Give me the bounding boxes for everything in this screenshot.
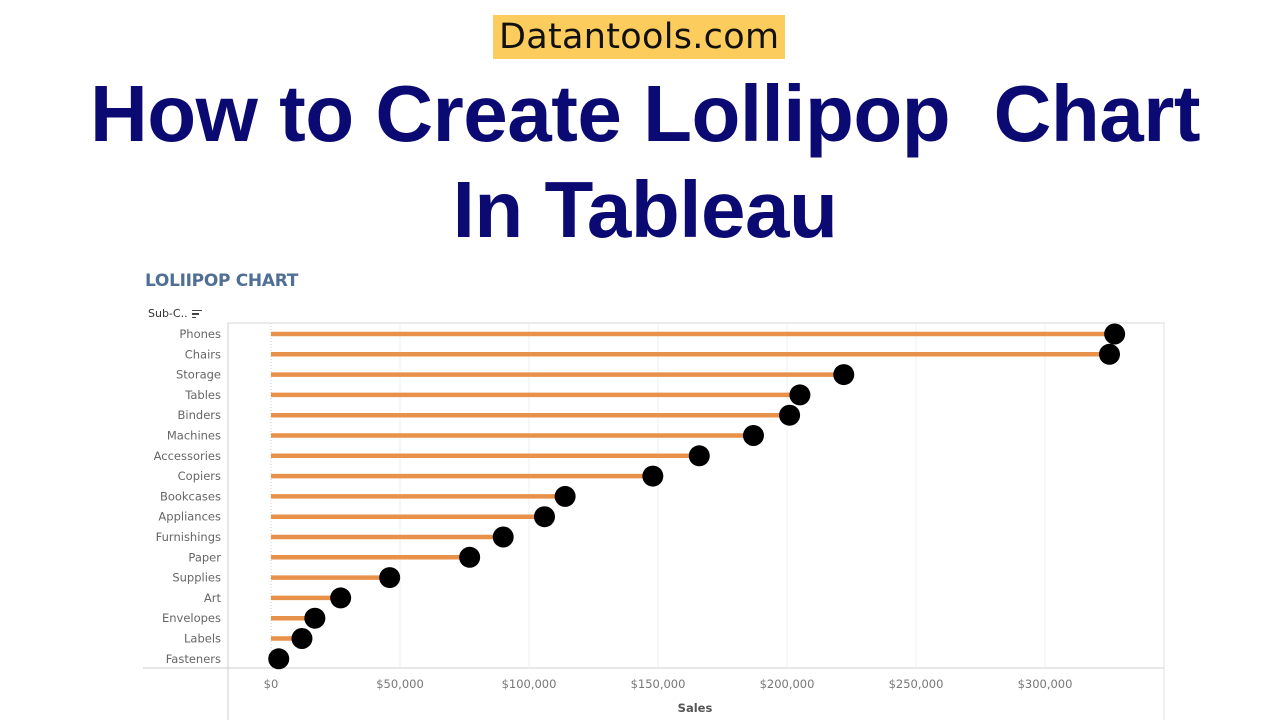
category-label: Phones bbox=[179, 327, 221, 341]
category-label: Chairs bbox=[185, 347, 221, 361]
lollipop-dot bbox=[789, 384, 811, 406]
lollipop-dot bbox=[492, 526, 514, 548]
lollipop-dot bbox=[291, 628, 313, 649]
category-label: Storage bbox=[176, 368, 221, 382]
lollipop-dot bbox=[533, 506, 555, 528]
category-label: Tables bbox=[184, 388, 221, 402]
lollipop-dot bbox=[459, 546, 481, 568]
category-label: Copiers bbox=[178, 469, 221, 483]
x-tick-label: $200,000 bbox=[760, 677, 815, 691]
category-label: Furnishings bbox=[156, 530, 221, 544]
lollipop-dot bbox=[1104, 323, 1126, 345]
lollipop-dot bbox=[742, 425, 764, 446]
x-tick-label: $300,000 bbox=[1018, 677, 1073, 691]
category-label: Fasteners bbox=[166, 652, 221, 666]
lollipop-dot bbox=[554, 485, 576, 507]
lollipop-dot bbox=[642, 465, 664, 487]
lollipop-dot bbox=[1099, 343, 1120, 365]
lollipop-dot bbox=[779, 404, 801, 426]
x-tick-label: $50,000 bbox=[376, 677, 424, 691]
category-label: Binders bbox=[178, 408, 221, 422]
lollipop-dot bbox=[268, 648, 290, 670]
x-tick-label: $250,000 bbox=[889, 677, 944, 691]
lollipop-dot bbox=[379, 567, 401, 589]
lollipop-dot bbox=[330, 587, 352, 609]
category-label: Supplies bbox=[172, 571, 221, 585]
category-label: Accessories bbox=[154, 449, 221, 463]
lollipop-dot bbox=[304, 607, 326, 629]
category-label: Bookcases bbox=[160, 489, 221, 503]
x-tick-label: $150,000 bbox=[631, 677, 686, 691]
lollipop-chart: Phones Chairs Storage Tables Binders Machines… bbox=[143, 322, 1165, 720]
category-label: Art bbox=[204, 591, 222, 605]
category-label: Appliances bbox=[158, 510, 221, 524]
category-label: Labels bbox=[184, 632, 221, 646]
category-label: Envelopes bbox=[162, 611, 221, 625]
x-axis-label: Sales bbox=[678, 701, 713, 715]
chart-frame bbox=[143, 322, 1165, 720]
category-labels: Phones Chairs Storage Tables Binders Machines… bbox=[154, 327, 222, 666]
lollipop-dot bbox=[833, 364, 855, 386]
category-label: Paper bbox=[188, 550, 221, 564]
lollipop-sticks bbox=[271, 331, 1115, 662]
category-label: Machines bbox=[167, 429, 221, 443]
x-tick-label: $0 bbox=[264, 677, 279, 691]
lollipop-dot bbox=[688, 445, 710, 467]
x-tick-labels: $0 $50,000 $100,000 $150,000 $200,000 $250,00… bbox=[264, 677, 1073, 691]
x-tick-label: $100,000 bbox=[502, 677, 557, 691]
